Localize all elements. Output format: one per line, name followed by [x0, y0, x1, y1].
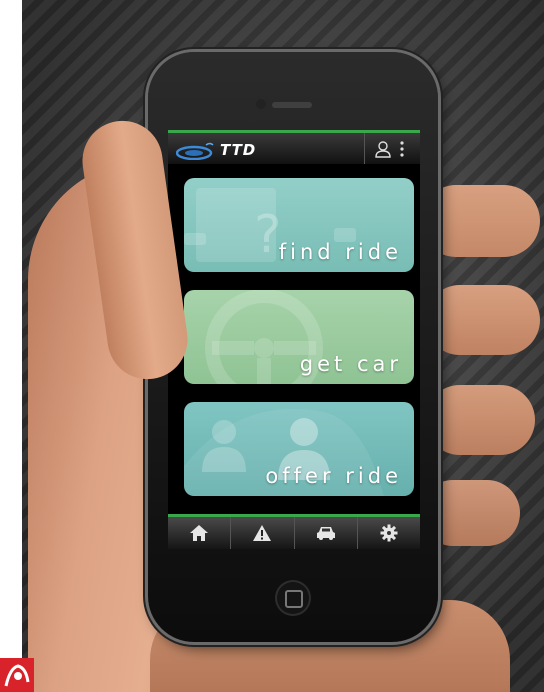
logo-swoosh-icon — [176, 142, 214, 160]
get-car-button[interactable]: get car — [184, 290, 414, 384]
svg-text:?: ? — [254, 205, 282, 265]
find-ride-button[interactable]: ? find ride — [184, 178, 414, 272]
app-logo: TTD — [176, 138, 276, 162]
phone-device: TTD ? find ride get car offer ride — [148, 52, 438, 642]
hand-finger — [420, 185, 540, 257]
home-button-square-icon — [285, 590, 303, 608]
nav-car[interactable] — [295, 517, 358, 549]
front-camera — [256, 99, 266, 109]
more-menu-icon[interactable] — [398, 140, 406, 158]
app-screen: TTD ? find ride get car offer ride — [168, 130, 420, 549]
app-header: TTD — [168, 130, 420, 164]
car-icon — [316, 527, 335, 540]
nav-alerts[interactable] — [231, 517, 295, 549]
offer-ride-button[interactable]: offer ride — [184, 402, 414, 496]
offer-ride-label: offer ride — [265, 464, 402, 488]
get-car-label: get car — [299, 352, 402, 376]
hand-finger — [425, 385, 535, 455]
home-icon — [190, 525, 209, 541]
corner-logo-icon — [4, 664, 30, 687]
header-divider — [364, 133, 365, 164]
logo-text: TTD — [220, 141, 257, 159]
profile-icon[interactable] — [374, 140, 392, 158]
find-ride-label: find ride — [278, 240, 402, 264]
earpiece-speaker — [272, 102, 312, 108]
corner-logo-badge — [0, 658, 34, 692]
nav-home[interactable] — [168, 517, 232, 549]
warning-icon — [253, 525, 272, 541]
nav-settings[interactable] — [358, 517, 420, 549]
bottom-nav-bar — [168, 514, 420, 549]
hand-finger — [425, 285, 540, 355]
gear-icon — [380, 524, 398, 542]
